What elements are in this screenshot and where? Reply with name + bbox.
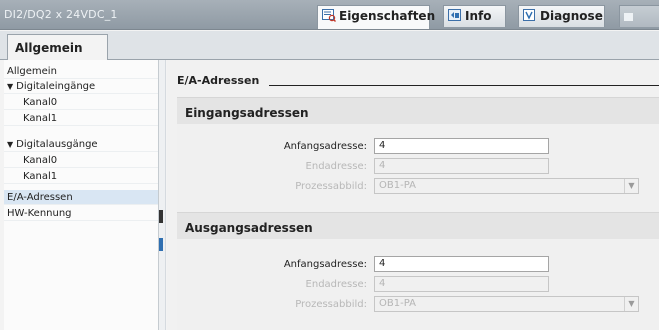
output-end-address-label: Endadresse: xyxy=(305,279,367,290)
sidebar-item-digital-outputs[interactable]: ▼ Digitalausgänge xyxy=(4,137,158,152)
tab-strip: Allgemein xyxy=(0,31,659,61)
panel-overflow-button[interactable] xyxy=(619,5,659,27)
tab-info-label: Info xyxy=(465,9,492,23)
input-addresses-title: Eingangsadressen xyxy=(177,98,659,124)
input-process-image-select: OB1-PA ▼ xyxy=(374,178,639,194)
expand-arrow-icon[interactable]: ▼ xyxy=(7,140,13,149)
sidebar-item-label: HW-Kennung xyxy=(7,208,72,219)
sidebar-item-input-channel0[interactable]: Kanal0 xyxy=(4,95,158,110)
info-icon xyxy=(448,9,461,21)
sidebar-item-input-channel1[interactable]: Kanal1 xyxy=(4,111,158,126)
diagnose-icon xyxy=(523,9,535,21)
sidebar-item-label: Kanal0 xyxy=(23,155,58,166)
sidebar-item-output-channel1[interactable]: Kanal1 xyxy=(4,169,158,184)
sidebar-item-general[interactable]: Allgemein xyxy=(4,64,158,79)
input-process-image-label: Prozessabbild: xyxy=(295,181,367,192)
input-start-address-value: 4 xyxy=(379,140,386,151)
tab-info[interactable]: Info xyxy=(443,5,506,27)
output-addresses-group: Ausgangsadressen Anfangsadresse: 4 Endad… xyxy=(177,212,659,330)
output-process-image-select: OB1-PA ▼ xyxy=(374,296,639,312)
output-process-image-value: OB1-PA xyxy=(379,298,416,309)
output-start-address-value: 4 xyxy=(379,258,386,269)
sidebar-item-output-channel0[interactable]: Kanal0 xyxy=(4,153,158,168)
output-end-address-value: 4 xyxy=(379,278,386,289)
window-title: DI2/DQ2 x 24VDC_1 xyxy=(4,8,118,21)
section-divider xyxy=(269,85,659,86)
expand-arrow-icon[interactable]: ▼ xyxy=(7,82,13,91)
chevron-down-icon: ▼ xyxy=(624,297,638,311)
properties-icon xyxy=(322,9,336,22)
output-process-image-label: Prozessabbild: xyxy=(295,299,367,310)
sidebar-item-label: Digitaleingänge xyxy=(16,81,96,92)
sidebar-splitter[interactable] xyxy=(159,60,166,330)
output-end-address-field: 4 xyxy=(374,276,549,292)
input-addresses-group: Eingangsadressen Anfangsadresse: 4 Endad… xyxy=(177,97,659,215)
sidebar-item-label: E/A-Adressen xyxy=(7,192,73,203)
sidebar-item-hw-id[interactable]: HW-Kennung xyxy=(4,206,158,221)
input-process-image-value: OB1-PA xyxy=(379,180,416,191)
tab-properties[interactable]: Eigenschaften xyxy=(317,5,435,29)
input-start-address-label: Anfangsadresse: xyxy=(283,141,367,152)
output-start-address-field[interactable]: 4 xyxy=(374,256,549,272)
tab-diagnose[interactable]: Diagnose xyxy=(518,5,605,27)
window-menu-icon xyxy=(624,13,633,21)
tab-diagnose-label: Diagnose xyxy=(540,9,603,23)
splitter-marker xyxy=(159,210,163,223)
section-title: E/A-Adressen xyxy=(177,74,260,87)
output-start-address-label: Anfangsadresse: xyxy=(283,259,367,270)
splitter-marker xyxy=(159,238,163,251)
chevron-down-icon: ▼ xyxy=(624,179,638,193)
input-end-address-label: Endadresse: xyxy=(305,161,367,172)
input-end-address-value: 4 xyxy=(379,160,386,171)
inspector-title-bar: DI2/DQ2 x 24VDC_1 Eigenschaften Info Dia… xyxy=(0,0,659,30)
input-end-address-field: 4 xyxy=(374,158,549,174)
sidebar-navigation: Allgemein ▼ Digitaleingänge Kanal0 Kanal1… xyxy=(4,60,159,330)
sidebar-item-digital-inputs[interactable]: ▼ Digitaleingänge xyxy=(4,79,158,94)
sidebar-item-label: Digitalausgänge xyxy=(16,139,98,150)
tab-general[interactable]: Allgemein xyxy=(7,34,108,61)
properties-content: E/A-Adressen Eingangsadressen Anfangsadr… xyxy=(167,60,659,330)
sidebar-item-label: Kanal0 xyxy=(23,97,58,108)
tab-properties-label: Eigenschaften xyxy=(339,9,436,23)
sidebar-item-label: Allgemein xyxy=(7,66,57,77)
sidebar-item-label: Kanal1 xyxy=(23,113,58,124)
sidebar-item-label: Kanal1 xyxy=(23,171,58,182)
tab-general-label: Allgemein xyxy=(15,41,83,55)
input-start-address-field[interactable]: 4 xyxy=(374,138,549,154)
sidebar-item-io-addresses[interactable]: E/A-Adressen xyxy=(4,190,158,205)
output-addresses-title: Ausgangsadressen xyxy=(177,213,659,239)
